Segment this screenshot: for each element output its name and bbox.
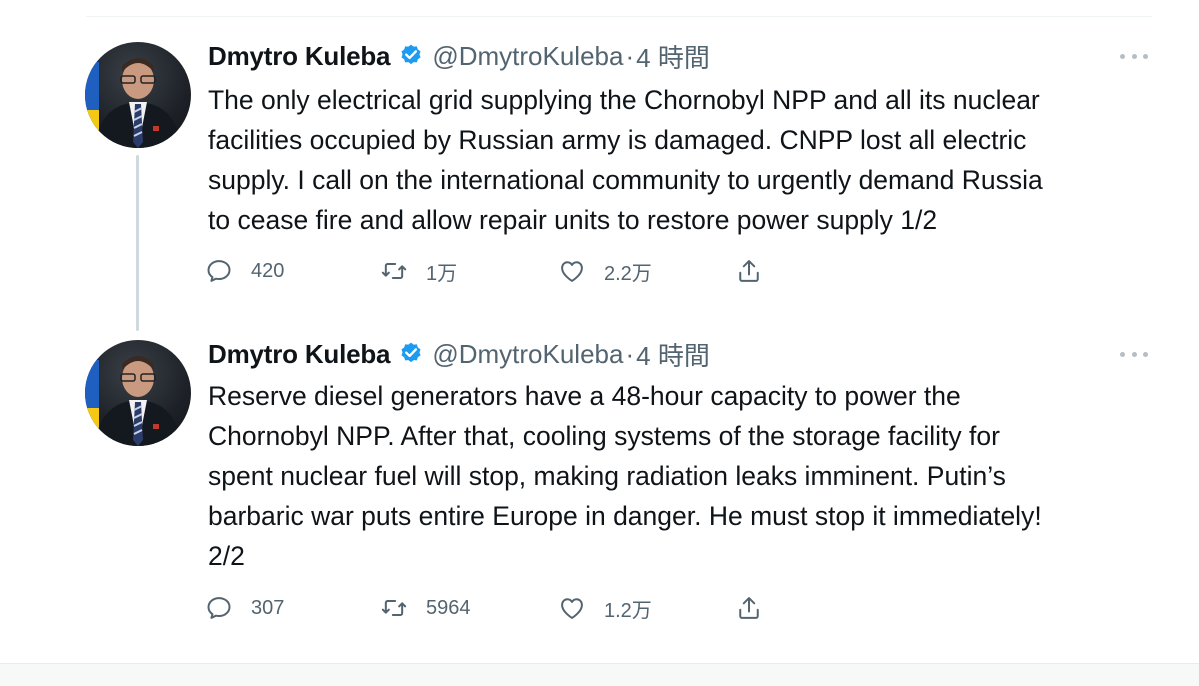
like-icon	[561, 261, 583, 282]
author-handle[interactable]: @DmytroKuleba	[432, 41, 623, 72]
reply-button[interactable]: 307	[205, 593, 284, 623]
tweet-text: Reserve diesel generators have a 48-hour…	[208, 381, 1042, 571]
retweet-button[interactable]: 5964	[380, 593, 471, 623]
share-icon	[739, 597, 759, 619]
timestamp[interactable]: 4 時間	[636, 38, 710, 75]
reply-button[interactable]: 420	[205, 256, 284, 286]
tweet-actions: 420 1万 2.2万	[205, 256, 805, 286]
avatar-portrait	[85, 58, 181, 148]
reply-count: 307	[251, 596, 285, 619]
retweet-count: 5964	[426, 596, 471, 619]
verified-badge-icon	[398, 341, 424, 367]
author-handle[interactable]: @DmytroKuleba	[432, 339, 623, 370]
retweet-icon	[381, 600, 407, 616]
share-button[interactable]	[735, 593, 763, 623]
reply-icon	[207, 260, 231, 282]
tweet-header: Dmytro Kuleba @DmytroKuleba · 4 時間	[208, 336, 710, 372]
tweet-actions: 307 5964 1.2万	[205, 593, 805, 623]
like-count: 2.2万	[604, 262, 652, 285]
tweet-header: Dmytro Kuleba @DmytroKuleba · 4 時間	[208, 38, 710, 74]
retweet-icon	[381, 263, 407, 279]
tweet[interactable]: Dmytro Kuleba @DmytroKuleba · 4 時間 The o…	[0, 0, 1199, 320]
bottom-strip	[0, 664, 1199, 686]
author-name[interactable]: Dmytro Kuleba	[208, 41, 391, 72]
avatar-portrait	[85, 356, 181, 446]
separator-dot: ·	[625, 40, 635, 71]
reply-icon	[207, 597, 231, 619]
share-icon	[739, 260, 759, 282]
avatar[interactable]	[85, 42, 191, 148]
more-icon[interactable]	[1120, 344, 1148, 364]
timestamp[interactable]: 4 時間	[636, 336, 710, 373]
author-name[interactable]: Dmytro Kuleba	[208, 339, 391, 370]
retweet-count: 1万	[426, 262, 458, 285]
share-button[interactable]	[735, 256, 763, 286]
like-count: 1.2万	[604, 599, 652, 622]
verified-badge-icon	[398, 43, 424, 69]
reply-count: 420	[251, 259, 285, 282]
like-button[interactable]: 2.2万	[558, 256, 652, 286]
tweet[interactable]: Dmytro Kuleba @DmytroKuleba · 4 時間 Reser…	[0, 336, 1199, 656]
like-button[interactable]: 1.2万	[558, 593, 652, 623]
more-icon[interactable]	[1120, 46, 1148, 66]
avatar[interactable]	[85, 340, 191, 446]
retweet-button[interactable]: 1万	[380, 256, 457, 286]
separator-dot: ·	[625, 338, 635, 369]
tweet-text: The only electrical grid supplying the C…	[208, 85, 1043, 235]
like-icon	[561, 598, 583, 619]
